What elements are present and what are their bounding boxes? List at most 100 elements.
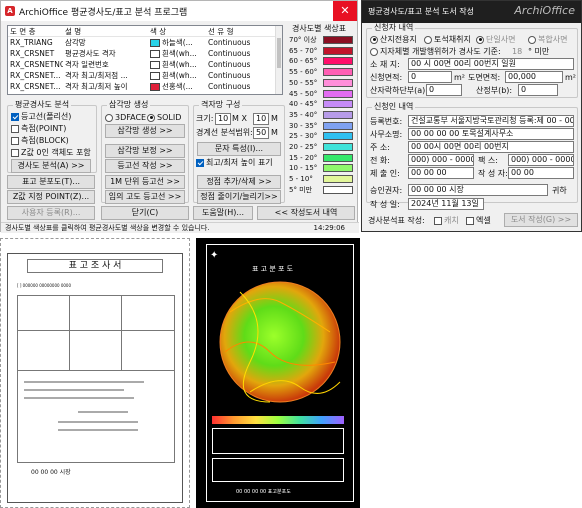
make-report-button[interactable]: 도서 작성(G) >> xyxy=(504,213,578,227)
legend-row[interactable]: 35 - 40° xyxy=(289,110,355,120)
checkbox-icon[interactable] xyxy=(11,136,19,145)
legend-swatch[interactable] xyxy=(323,185,353,194)
checkbox-icon[interactable] xyxy=(466,216,474,225)
date-input[interactable]: 2024년 11월 13일 xyxy=(408,198,484,210)
radio-soil[interactable]: 토석채취지 xyxy=(424,35,471,45)
tel-input[interactable]: 000) 000 - 0000 xyxy=(408,154,474,166)
checkbox-icon[interactable] xyxy=(11,148,19,157)
legend-row[interactable]: 55 - 60° xyxy=(289,68,355,77)
user-register-button[interactable]: 사용자 등록(R)... xyxy=(7,206,95,220)
radio-icon[interactable] xyxy=(528,35,536,44)
slope-analysis-button[interactable]: 경사도 분석(A) >> xyxy=(11,159,91,173)
legend-swatch[interactable] xyxy=(323,46,353,55)
legend-row[interactable]: 5° 미만 xyxy=(289,185,355,195)
col-desc[interactable]: 설 명 xyxy=(63,26,148,36)
legend-row[interactable]: 25 - 30° xyxy=(289,132,355,141)
legend-swatch[interactable] xyxy=(323,132,353,141)
legend-swatch[interactable] xyxy=(323,100,353,109)
layer-color[interactable]: 흰색(wh... xyxy=(148,70,206,81)
legend-swatch[interactable] xyxy=(323,121,353,130)
legend-row[interactable]: 15 - 20° xyxy=(289,153,355,163)
legend-swatch[interactable] xyxy=(323,175,353,184)
output-excel[interactable]: 엑셀 xyxy=(466,216,491,226)
radio-icon[interactable] xyxy=(476,35,484,44)
option-minmax[interactable]: 최고/최저 높이 표기 xyxy=(196,158,273,168)
point-zoom-button[interactable]: 정점 줄이기/늘리기>> xyxy=(197,190,281,204)
location-input[interactable]: 00 시 00면 00리 00번지 일원 xyxy=(408,58,574,70)
submitter-input[interactable]: 00 00 00 xyxy=(408,167,474,179)
option-point[interactable]: 측점(POINT) xyxy=(11,124,66,134)
legend-row[interactable]: 5 - 10° xyxy=(289,175,355,184)
contour-any-button[interactable]: 임의 고도 등고선 >> xyxy=(105,190,185,204)
legend-swatch[interactable] xyxy=(323,36,353,44)
text-style-button[interactable]: 문자 특성(I)... xyxy=(197,142,281,156)
layer-row[interactable]: RX_TRIANG 삼각망 하늘색(... Continuous xyxy=(8,37,282,48)
layer-row[interactable]: RX_CRSNET... 격자 최고/최저 높이 선홍색(... Continuous xyxy=(8,81,282,92)
layer-row[interactable]: RX_CRSNETNO 격자 일련번호 흰색(wh... Continuous xyxy=(8,59,282,70)
radio-3dface[interactable]: 3DFACE xyxy=(105,113,146,123)
legend-swatch[interactable] xyxy=(323,57,353,66)
layer-row[interactable]: RX_CRSNET... 격자 최고/최저점 ... 흰색(wh... Continu… xyxy=(8,70,282,81)
legend-swatch[interactable] xyxy=(323,68,353,77)
contour-button[interactable]: 등고선 작성 >> xyxy=(105,159,185,173)
address-input[interactable]: 00 00시 00면 00리 00번지 xyxy=(408,141,574,153)
layer-color[interactable]: 흰색(wh... xyxy=(148,59,206,70)
radio-single[interactable]: 단일사면 xyxy=(476,35,515,45)
radio-icon[interactable] xyxy=(370,35,378,44)
option-block[interactable]: 측점(BLOCK) xyxy=(11,136,69,146)
option-zero-z[interactable]: Z값 0인 객체도 포함 xyxy=(11,148,91,158)
tri-edit-button[interactable]: 삼각망 보정 >> xyxy=(105,144,185,158)
legend-row[interactable]: 60 - 65° xyxy=(289,57,355,66)
legend-row[interactable]: 20 - 25° xyxy=(289,143,355,152)
layer-color[interactable]: 선홍색(... xyxy=(148,81,206,92)
col-linetype[interactable]: 선 유 형 xyxy=(206,26,276,36)
local-value[interactable]: 18 xyxy=(512,47,522,57)
layer-list[interactable]: 도 면 층 설 명 색 상 선 유 형 RX_TRIANG 삼각망 하늘색(... C… xyxy=(7,25,283,95)
legend-swatch[interactable] xyxy=(323,143,353,151)
radio-local[interactable]: 지자체별 개발행위허가 경사도 기준: xyxy=(370,47,501,57)
help-button[interactable]: 도움말(H)... xyxy=(193,206,253,220)
reg-input[interactable]: 건설교통부 서울지방국토관리청 등록:제 00 - 00 xyxy=(408,115,574,127)
radio-mountain[interactable]: 산지전용지 xyxy=(370,35,417,45)
layer-color[interactable]: 하늘색(... xyxy=(148,37,206,48)
range-input[interactable]: 50 xyxy=(253,127,269,139)
ridge-a-input[interactable]: 0 xyxy=(426,84,462,96)
contour-1m-button[interactable]: 1M 단위 등고선 >> xyxy=(105,175,185,189)
legend-row[interactable]: 40 - 45° xyxy=(289,100,355,109)
check-icon[interactable] xyxy=(11,112,19,121)
grid-size-x-input[interactable]: 10 xyxy=(215,113,231,125)
legend-swatch[interactable] xyxy=(323,78,353,87)
office-input[interactable]: 00 00 00 00 토목설계사무소 xyxy=(408,128,574,140)
layer-color[interactable]: 흰색(wh... xyxy=(148,48,206,59)
radio-icon[interactable] xyxy=(147,113,155,122)
color-swatch-icon[interactable] xyxy=(150,72,160,80)
output-catch[interactable]: 캐치 xyxy=(434,216,459,226)
radio-icon[interactable] xyxy=(105,113,113,122)
close-button[interactable]: 닫기(C) xyxy=(101,206,189,220)
profile-button[interactable]: 표고 분포도(T)... xyxy=(7,175,95,189)
radio-complex[interactable]: 복합사면 xyxy=(528,35,567,45)
legend-row[interactable]: 65 - 70° xyxy=(289,46,355,56)
color-swatch-icon[interactable] xyxy=(150,61,160,69)
area-input[interactable]: 0 xyxy=(408,71,452,83)
fax-input[interactable]: 000) 000 - 0000 xyxy=(508,154,574,166)
legend-swatch[interactable] xyxy=(323,153,353,162)
color-swatch-icon[interactable] xyxy=(150,83,160,91)
grid-size-y-input[interactable]: 10 xyxy=(253,113,269,125)
radio-icon[interactable] xyxy=(424,35,432,44)
approver-input[interactable]: 00 00 00 시장 xyxy=(408,184,548,196)
legend-row[interactable]: 45 - 50° xyxy=(289,89,355,99)
radio-solid[interactable]: SOLID xyxy=(147,113,181,123)
checkbox-icon[interactable] xyxy=(434,216,442,225)
report-toggle-button[interactable]: << 작성도서 내역 xyxy=(257,206,355,220)
legend-swatch[interactable] xyxy=(323,164,353,173)
ridge-b-input[interactable]: 0 xyxy=(518,84,558,96)
col-color[interactable]: 색 상 xyxy=(148,26,206,36)
check-icon[interactable] xyxy=(196,158,204,167)
layer-row[interactable]: RX_CRSNET 평균경사도 격자 흰색(wh... Continuous xyxy=(8,48,282,59)
plan-area-input[interactable]: 00,000 xyxy=(505,71,563,83)
color-swatch-icon[interactable] xyxy=(150,50,160,58)
zpoint-button[interactable]: Z값 지정 POINT(Z)... xyxy=(7,190,95,204)
legend-row[interactable]: 10 - 15° xyxy=(289,164,355,173)
radio-icon[interactable] xyxy=(370,47,378,56)
